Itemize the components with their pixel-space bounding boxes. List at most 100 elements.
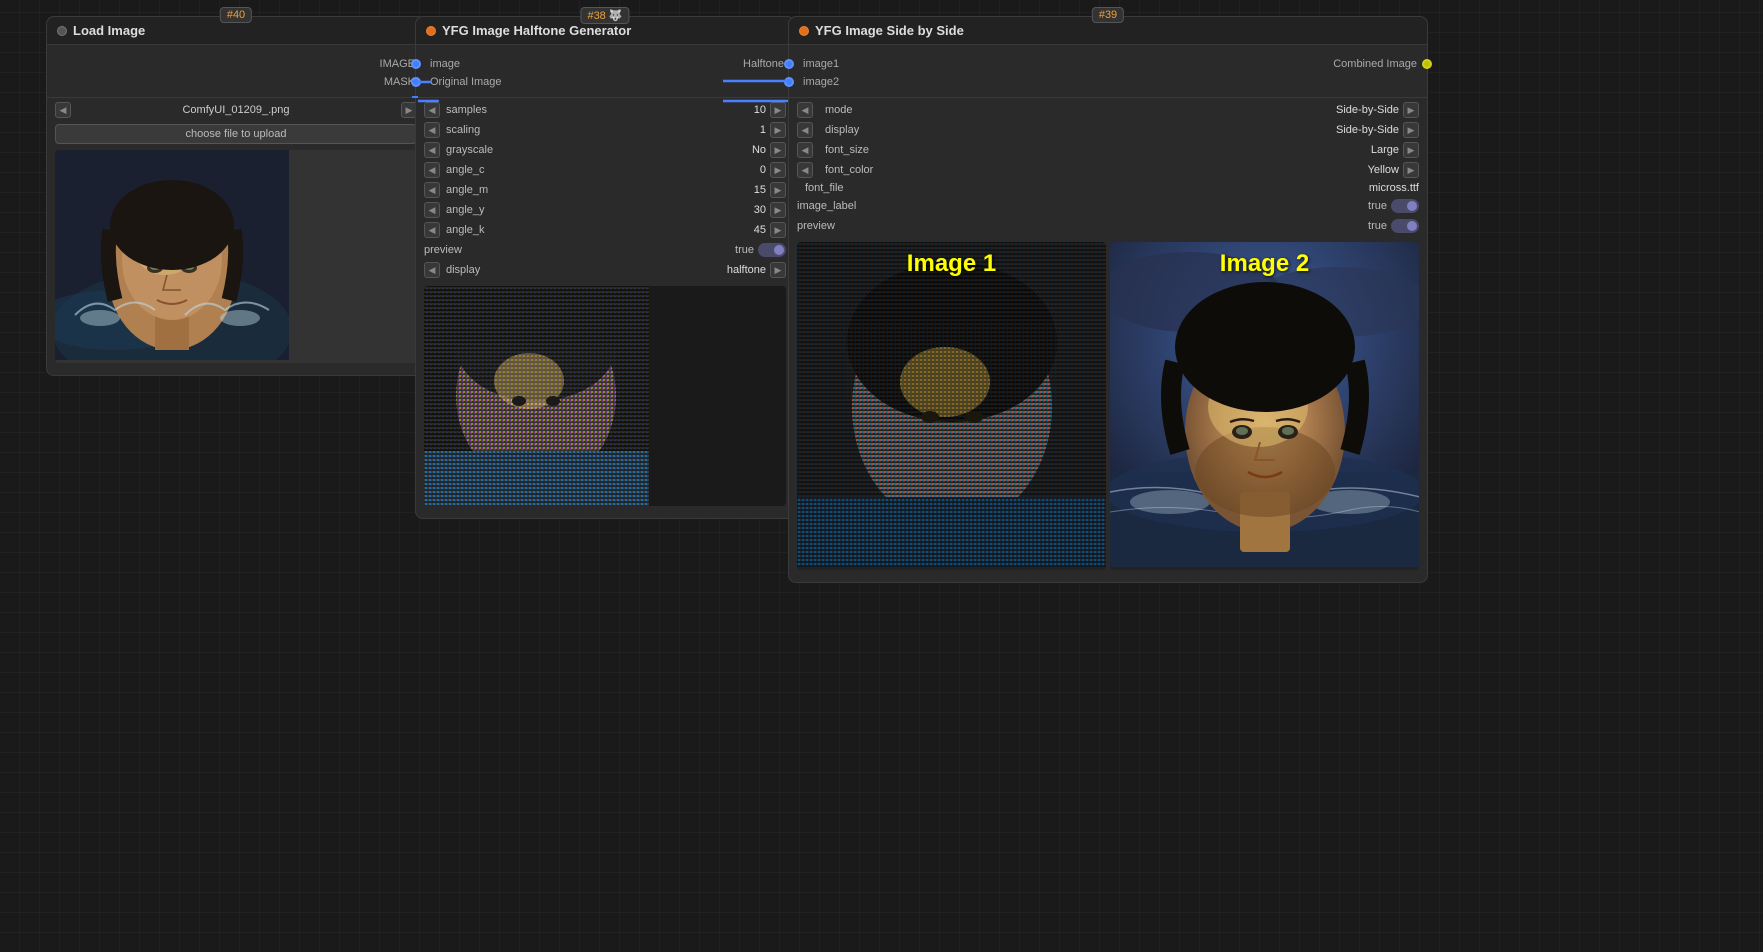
- sbs-preview-label: preview: [797, 220, 1362, 232]
- angle-c-label: angle_c: [444, 164, 732, 176]
- grayscale-prev[interactable]: ◀: [424, 142, 440, 158]
- angle-k-next[interactable]: ▶: [770, 222, 786, 238]
- angle-m-label: angle_m: [444, 184, 732, 196]
- image2-label: Image 2: [1220, 250, 1309, 278]
- angle-c-prev[interactable]: ◀: [424, 162, 440, 178]
- display-value: halftone: [727, 264, 766, 276]
- font-color-label: font_color: [817, 164, 1315, 176]
- scaling-param: ◀ scaling 1 ▶: [416, 120, 794, 140]
- samples-prev[interactable]: ◀: [424, 102, 440, 118]
- scaling-next[interactable]: ▶: [770, 122, 786, 138]
- samples-value: 10: [736, 104, 766, 116]
- scaling-value: 1: [736, 124, 766, 136]
- font-file-row: font_file micross.ttf: [789, 180, 1427, 196]
- angle-k-label: angle_k: [444, 224, 732, 236]
- font-size-value: Large: [1319, 144, 1399, 156]
- image1-label: Image 1: [907, 250, 996, 278]
- angle-k-prev[interactable]: ◀: [424, 222, 440, 238]
- sbs-image2-label: image2: [789, 76, 849, 88]
- angle-c-value: 0: [736, 164, 766, 176]
- mode-next[interactable]: ▶: [1403, 102, 1419, 118]
- angle-m-value: 15: [736, 184, 766, 196]
- samples-next[interactable]: ▶: [770, 102, 786, 118]
- font-size-label: font_size: [817, 144, 1315, 156]
- image1-svg: [797, 242, 1106, 567]
- font-size-prev[interactable]: ◀: [797, 142, 813, 158]
- sbs-preview-val: true: [1368, 219, 1419, 233]
- file-prev-arrow[interactable]: ◀: [55, 102, 71, 118]
- angle-c-param: ◀ angle_c 0 ▶: [416, 160, 794, 180]
- sbs-display-next[interactable]: ▶: [1403, 122, 1419, 138]
- font-color-next[interactable]: ▶: [1403, 162, 1419, 178]
- samples-label: samples: [444, 104, 732, 116]
- halftone-preview-value: true: [735, 243, 786, 257]
- grayscale-next[interactable]: ▶: [770, 142, 786, 158]
- choose-file-button[interactable]: choose file to upload: [55, 124, 417, 144]
- sbs-image1-label: image1: [789, 58, 849, 70]
- angle-y-param: ◀ angle_y 30 ▶: [416, 200, 794, 220]
- sbs-display-value: Side-by-Side: [1319, 124, 1399, 136]
- angle-m-param: ◀ angle_m 15 ▶: [416, 180, 794, 200]
- halftone-image-input-row: image Halftone: [416, 55, 794, 73]
- mode-label: mode: [817, 104, 1315, 116]
- halftone-preview-image: [424, 286, 786, 506]
- node-status-dot: [57, 26, 67, 36]
- node-id-load-image: #40: [220, 7, 252, 23]
- image-label-toggle[interactable]: [1391, 199, 1419, 213]
- grayscale-param: ◀ grayscale No ▶: [416, 140, 794, 160]
- halftone-io: image Halftone Original Image: [416, 51, 794, 95]
- sbs-combined-connector[interactable]: [1422, 59, 1432, 69]
- angle-m-prev[interactable]: ◀: [424, 182, 440, 198]
- load-image-node: #40 Load Image IMAGE MASK ◀ ComfyUI_0120…: [46, 16, 426, 376]
- scaling-prev[interactable]: ◀: [424, 122, 440, 138]
- side-by-side-preview: Image 1: [797, 242, 1419, 570]
- mode-value: Side-by-Side: [1319, 104, 1399, 116]
- halftone-image-input-connector[interactable]: [411, 59, 421, 69]
- angle-y-prev[interactable]: ◀: [424, 202, 440, 218]
- display-next[interactable]: ▶: [770, 262, 786, 278]
- font-size-row: ◀ font_size Large ▶: [789, 140, 1427, 160]
- file-selector-row: ◀ ComfyUI_01209_.png ▶: [47, 100, 425, 120]
- samples-param: ◀ samples 10 ▶: [416, 100, 794, 120]
- display-param: ◀ display halftone ▶: [416, 260, 794, 280]
- angle-y-next[interactable]: ▶: [770, 202, 786, 218]
- mode-select-row: ◀ mode Side-by-Side ▶: [789, 100, 1427, 120]
- image2-preview-box: Image 2: [1110, 242, 1419, 570]
- halftone-image-input-label: image: [416, 58, 470, 70]
- sbs-display-prev[interactable]: ◀: [797, 122, 813, 138]
- halftone-preview-row: preview true: [416, 240, 794, 260]
- load-image-preview: [55, 150, 417, 363]
- sbs-image1-connector[interactable]: [784, 59, 794, 69]
- node-id-halftone: #38 🐺: [580, 7, 629, 24]
- image1-preview-box: Image 1: [797, 242, 1106, 570]
- halftone-original-input-row: Original Image: [416, 73, 794, 91]
- halftone-title: YFG Image Halftone Generator: [442, 23, 631, 38]
- angle-k-value: 45: [736, 224, 766, 236]
- scaling-label: scaling: [444, 124, 732, 136]
- image-label-label: image_label: [797, 200, 1362, 212]
- halftone-original-input-label: Original Image: [416, 76, 512, 88]
- font-size-next[interactable]: ▶: [1403, 142, 1419, 158]
- sbs-image2-row: image2: [789, 73, 1427, 91]
- mode-prev[interactable]: ◀: [797, 102, 813, 118]
- angle-y-label: angle_y: [444, 204, 732, 216]
- font-file-value: micross.ttf: [1339, 182, 1419, 194]
- image-output-label: IMAGE: [47, 58, 425, 70]
- halftone-status-dot: [426, 26, 436, 36]
- sbs-preview-toggle-row: preview true: [789, 216, 1427, 236]
- sbs-preview-toggle[interactable]: [1391, 219, 1419, 233]
- halftone-svg: [424, 286, 649, 506]
- sbs-image2-connector[interactable]: [784, 77, 794, 87]
- mask-output-row: MASK: [47, 73, 425, 91]
- halftone-original-input-connector[interactable]: [411, 77, 421, 87]
- load-image-title: Load Image: [73, 23, 145, 38]
- grayscale-value: No: [736, 144, 766, 156]
- angle-c-next[interactable]: ▶: [770, 162, 786, 178]
- angle-m-next[interactable]: ▶: [770, 182, 786, 198]
- font-file-label: font_file: [797, 182, 1335, 194]
- display-prev[interactable]: ◀: [424, 262, 440, 278]
- font-color-row: ◀ font_color Yellow ▶: [789, 160, 1427, 180]
- halftone-preview-toggle[interactable]: [758, 243, 786, 257]
- font-color-prev[interactable]: ◀: [797, 162, 813, 178]
- halftone-node: #38 🐺 YFG Image Halftone Generator image…: [415, 16, 795, 519]
